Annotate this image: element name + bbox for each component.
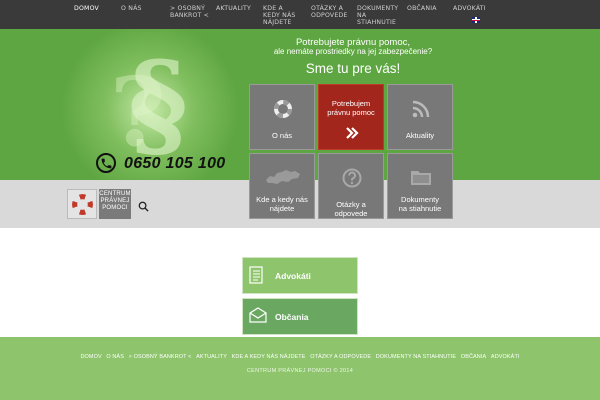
- folder-icon: [411, 171, 431, 185]
- logo-text-line1: CENTRUM: [99, 191, 131, 197]
- tile-kde-a-kedy[interactable]: Kde a kedy nás nájdete: [249, 153, 315, 219]
- card-obcania[interactable]: Občania: [242, 298, 358, 335]
- hero-subheadline: ale nemáte prostriedky na jej zabezpečen…: [273, 47, 433, 56]
- tile-kde-a-kedy-label: Kde a kedy nás nájdete: [256, 195, 308, 213]
- card-advokati-label: Advokáti: [275, 271, 311, 281]
- card-advokati[interactable]: Advokáti: [242, 257, 358, 294]
- rss-icon: [412, 100, 430, 118]
- nav-item-otazky[interactable]: OTÁZKY A ODPOVEDE: [311, 5, 347, 19]
- footer-link-advokati[interactable]: ADVOKÁTI: [491, 354, 520, 360]
- footer-link-domov[interactable]: DOMOV: [80, 354, 101, 360]
- footer-link-obcania[interactable]: OBČANIA: [461, 354, 486, 360]
- footer-link-osobny-bankrot[interactable]: > OSOBNÝ BANKROT <: [129, 354, 192, 360]
- nav-item-dokumenty[interactable]: DOKUMENTY NA STIAHNUTIE: [357, 5, 398, 27]
- lifebuoy-logo-icon: [67, 189, 97, 219]
- logo-text-line2: PRÁVNEJ: [100, 198, 130, 204]
- document-icon: [249, 266, 263, 284]
- paragraph-sign-graphic: §: [128, 37, 189, 172]
- tile-otazky-label: Otázky a odpovede: [334, 200, 368, 218]
- tile-dokumenty-label: Dokumenty na stiahnutie: [398, 195, 442, 213]
- tile-otazky[interactable]: Otázky a odpovede: [318, 153, 384, 219]
- logo-text-line3: POMOCI: [102, 205, 128, 211]
- slovakia-map-icon: [266, 170, 300, 184]
- hero-tagline: Sme tu pre vás!: [305, 61, 401, 76]
- footer-copyright: CENTRUM PRÁVNEJ POMOCI © 2014: [246, 368, 354, 374]
- tile-aktuality-label: Aktuality: [405, 131, 435, 140]
- uk-flag-icon[interactable]: [472, 17, 480, 23]
- tile-o-nas[interactable]: O nás: [249, 84, 315, 150]
- nav-item-osobny-bankrot[interactable]: > OSOBNÝ BANKROT <: [170, 5, 210, 19]
- nav-item-advokati[interactable]: ADVOKÁTI: [453, 5, 486, 12]
- footer-link-dokumenty[interactable]: DOKUMENTY NA STIAHNUTIE: [376, 354, 456, 360]
- double-chevron-right-icon: [346, 127, 359, 139]
- nav-item-aktuality[interactable]: AKTUALITY: [216, 5, 251, 12]
- phone-number[interactable]: 0650 105 100: [124, 155, 225, 173]
- footer-link-otazky[interactable]: OTÁZKY A ODPOVEDE: [310, 354, 371, 360]
- search-icon[interactable]: [138, 199, 149, 212]
- nav-item-o-nas[interactable]: O NÁS: [121, 5, 142, 12]
- tile-aktuality[interactable]: Aktuality: [387, 84, 453, 150]
- footer-link-aktuality[interactable]: AKTUALITY: [196, 354, 227, 360]
- lifebuoy-icon: [274, 100, 292, 118]
- tile-pravna-pomoc[interactable]: Potrebujem právnu pomoc: [318, 84, 384, 150]
- logo[interactable]: CENTRUM PRÁVNEJ POMOCI: [67, 189, 131, 219]
- footer: DOMOV O NÁS > OSOBNÝ BANKROT < AKTUALITY…: [0, 337, 600, 400]
- tile-dokumenty[interactable]: Dokumenty na stiahnutie: [387, 153, 453, 219]
- envelope-icon: [249, 307, 267, 323]
- footer-link-kde-a-kedy[interactable]: KDE A KEDY NÁS NÁJDETE: [232, 354, 306, 360]
- footer-navigation: DOMOV O NÁS > OSOBNÝ BANKROT < AKTUALITY…: [0, 354, 600, 360]
- nav-item-kde-a-kedy[interactable]: KDE A KEDY NÁS NÁJDETE: [263, 5, 299, 27]
- footer-link-o-nas[interactable]: O NÁS: [106, 354, 124, 360]
- question-icon: [342, 168, 362, 188]
- top-navigation: DOMOV O NÁS > OSOBNÝ BANKROT < AKTUALITY…: [0, 0, 600, 29]
- nav-item-obcania[interactable]: OBČANIA: [407, 5, 437, 12]
- nav-item-domov[interactable]: DOMOV: [74, 5, 99, 12]
- logo-text: CENTRUM PRÁVNEJ POMOCI: [99, 189, 131, 219]
- phone-icon: [96, 153, 116, 173]
- tile-o-nas-label: O nás: [271, 131, 292, 140]
- tile-pravna-pomoc-label: Potrebujem právnu pomoc: [327, 99, 375, 117]
- card-obcania-label: Občania: [275, 312, 309, 322]
